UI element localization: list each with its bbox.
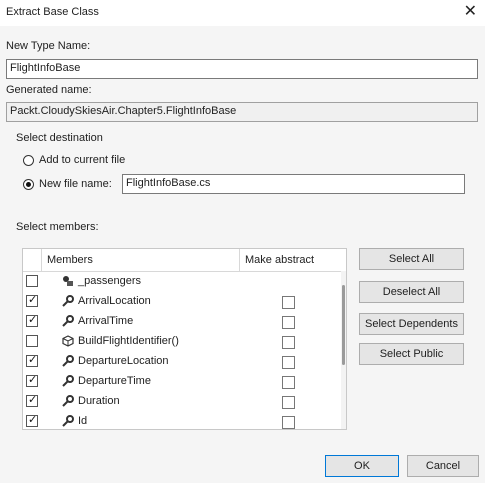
member-select-checkbox[interactable]: ✓ [26,294,38,307]
new-file-name-radio[interactable] [23,179,34,190]
wrench-icon [62,415,74,427]
add-to-current-file-radio[interactable] [23,155,34,166]
select-public-button[interactable]: Select Public [359,343,464,365]
checkmark-icon: ✓ [28,374,38,386]
ok-button[interactable]: OK [325,455,399,477]
make-abstract-checkbox[interactable] [282,356,295,369]
select-all-button[interactable]: Select All [359,248,464,270]
member-name: ArrivalLocation [78,295,151,307]
title-bar: Extract Base Class ✕ [0,0,485,26]
close-icon[interactable]: ✕ [464,3,477,21]
member-select-checkbox[interactable]: ✓ [26,374,38,387]
member-name: DepartureLocation [78,355,169,367]
make-abstract-checkbox[interactable] [282,396,295,409]
add-to-current-file-label: Add to current file [39,154,126,166]
make-abstract-checkbox[interactable] [282,416,295,429]
method-cube-icon [62,335,74,347]
member-name: DepartureTime [78,375,151,387]
generated-name-field: Packt.CloudySkiesAir.Chapter5.FlightInfo… [6,102,478,122]
wrench-icon [62,375,74,387]
wrench-icon [62,315,74,327]
select-destination-label: Select destination [16,132,103,144]
extract-base-class-dialog: Extract Base Class ✕ New Type Name: Flig… [0,0,485,483]
dialog-title: Extract Base Class [6,6,99,18]
select-members-label: Select members: [16,221,99,233]
member-select-checkbox[interactable] [26,335,38,347]
column-divider [239,249,240,271]
member-select-checkbox[interactable]: ✓ [26,394,38,407]
make-abstract-checkbox[interactable] [282,336,295,349]
make-abstract-checkbox[interactable] [282,296,295,309]
members-scrollbar[interactable] [341,271,346,429]
members-grid-header: Members Make abstract [23,249,346,272]
checkmark-icon: ✓ [28,294,38,306]
member-row[interactable]: ✓ ArrivalLocation [23,292,341,312]
member-row[interactable]: ✓ ArrivalTime [23,312,341,332]
member-row[interactable]: ✓ DepartureTime [23,372,341,392]
wrench-icon [62,395,74,407]
member-row[interactable]: _passengers [23,272,341,292]
new-type-name-input[interactable]: FlightInfoBase [6,59,478,79]
member-row[interactable]: ✓ Duration [23,392,341,412]
generated-name-label: Generated name: [6,84,92,96]
select-dependents-button[interactable]: Select Dependents [359,313,464,335]
member-select-checkbox[interactable] [26,275,38,287]
wrench-icon [62,355,74,367]
header-select-column [23,249,42,271]
make-abstract-checkbox[interactable] [282,376,295,389]
member-name: Duration [78,395,120,407]
new-type-name-label: New Type Name: [6,40,91,52]
member-select-checkbox[interactable]: ✓ [26,414,38,427]
file-name-input[interactable]: FlightInfoBase.cs [122,174,465,194]
member-name: Id [78,415,88,427]
member-name: ArrivalTime [78,315,134,327]
wrench-icon [62,295,74,307]
checkmark-icon: ✓ [28,394,38,406]
members-grid: Members Make abstract _passengers ✓ Arri… [22,248,347,430]
make-abstract-column-header[interactable]: Make abstract [245,254,314,266]
member-select-checkbox[interactable]: ✓ [26,314,38,327]
members-column-header[interactable]: Members [47,254,93,266]
member-row[interactable]: BuildFlightIdentifier() [23,332,341,352]
cancel-button[interactable]: Cancel [407,455,479,477]
checkmark-icon: ✓ [28,354,38,366]
member-name: _passengers [78,275,141,287]
deselect-all-button[interactable]: Deselect All [359,281,464,303]
make-abstract-checkbox[interactable] [282,316,295,329]
member-name: BuildFlightIdentifier() [78,335,179,347]
checkmark-icon: ✓ [28,314,38,326]
member-row[interactable]: ✓ DepartureLocation [23,352,341,372]
member-row[interactable]: ✓ Id [23,412,341,429]
scrollbar-thumb[interactable] [342,285,345,365]
member-select-checkbox[interactable]: ✓ [26,354,38,367]
checkmark-icon: ✓ [28,414,38,426]
field-icon [62,275,74,287]
new-file-name-label: New file name: [39,178,112,190]
